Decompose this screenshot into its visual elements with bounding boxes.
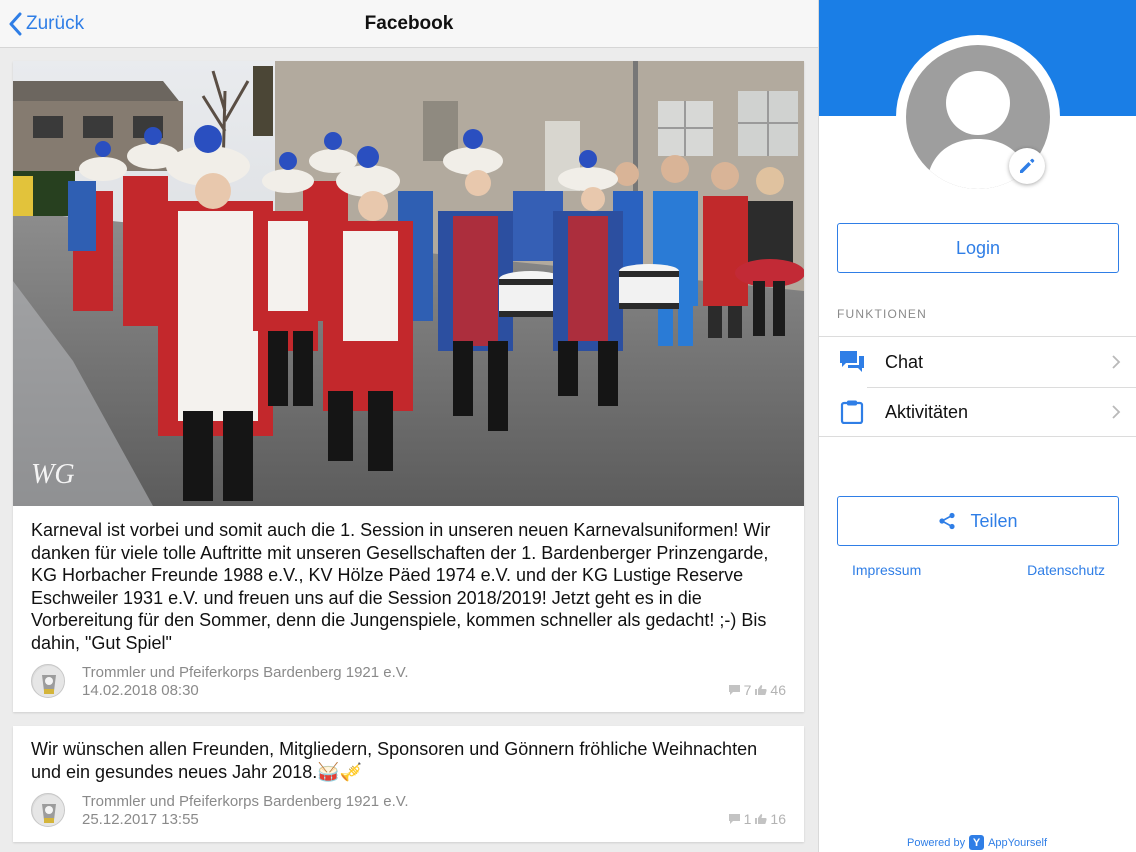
comment-icon: [728, 685, 740, 695]
comment-count: 7: [743, 682, 752, 698]
menu-item-chat[interactable]: Chat: [819, 337, 1136, 387]
thumbs-up-icon: [755, 814, 768, 824]
chevron-right-icon: [1112, 405, 1121, 419]
carnival-parade-image: [13, 61, 804, 506]
login-button[interactable]: Login: [837, 223, 1119, 273]
like-count: 16: [770, 811, 786, 827]
share-button[interactable]: Teilen: [837, 496, 1119, 546]
post-meta: Trommler und Pfeiferkorps Bardenberg 192…: [31, 793, 786, 829]
post-photo[interactable]: WG: [13, 61, 804, 506]
post-stats: 1 16: [728, 811, 786, 827]
feed-post[interactable]: WG Karneval ist vorbei und somit auch di…: [13, 61, 804, 712]
like-count: 46: [770, 682, 786, 698]
post-stats: 7 46: [728, 682, 786, 698]
share-label: Teilen: [970, 510, 1018, 531]
author-avatar: [31, 793, 65, 827]
post-author: Trommler und Pfeiferkorps Bardenberg 192…: [82, 793, 409, 810]
post-text: Karneval ist vorbei und somit auch die 1…: [31, 520, 771, 653]
clipboard-icon: [840, 400, 864, 424]
facebook-feed-pane: Zurück Facebook WG Karneval ist vorbei u…: [0, 0, 818, 852]
share-icon: [939, 512, 956, 530]
powered-by[interactable]: Powered by Y AppYourself: [907, 835, 1047, 850]
photo-watermark: WG: [31, 459, 75, 490]
post-date: 14.02.2018 08:30: [82, 682, 199, 699]
edit-profile-button[interactable]: [1009, 148, 1045, 184]
navigation-bar: Zurück Facebook: [0, 0, 818, 48]
comment-icon: [728, 814, 740, 824]
menu-item-label: Chat: [885, 352, 924, 372]
section-title: FUNKTIONEN: [837, 307, 927, 321]
chat-icon: [840, 351, 864, 372]
powered-by-label: Powered by: [907, 836, 966, 849]
feed-post[interactable]: Wir wünschen allen Freunden, Mitgliedern…: [13, 726, 804, 842]
chevron-right-icon: [1112, 355, 1121, 369]
login-label: Login: [955, 237, 1001, 258]
author-avatar: [31, 664, 65, 698]
post-meta: Trommler und Pfeiferkorps Bardenberg 192…: [31, 664, 786, 700]
function-menu: Chat Aktivitäten: [819, 336, 1136, 437]
comment-count: 1: [743, 811, 752, 827]
menu-item-label: Aktivitäten: [885, 402, 969, 422]
post-date: 25.12.2017 13:55: [82, 811, 199, 828]
app-sidebar: Login FUNKTIONEN Chat Aktivitäten Teilen: [818, 0, 1136, 852]
thumbs-up-icon: [755, 685, 768, 695]
post-author: Trommler und Pfeiferkorps Bardenberg 192…: [82, 664, 409, 681]
menu-item-aktivitaeten[interactable]: Aktivitäten: [819, 387, 1136, 437]
datenschutz-link[interactable]: Datenschutz: [1027, 562, 1105, 578]
appyourself-logo-icon: Y: [969, 835, 985, 850]
page-title: Facebook: [364, 13, 454, 34]
brand-name: AppYourself: [988, 836, 1048, 849]
post-text: Wir wünschen allen Freunden, Mitgliedern…: [31, 739, 758, 782]
impressum-link[interactable]: Impressum: [852, 562, 921, 578]
pencil-icon: [1020, 158, 1035, 173]
